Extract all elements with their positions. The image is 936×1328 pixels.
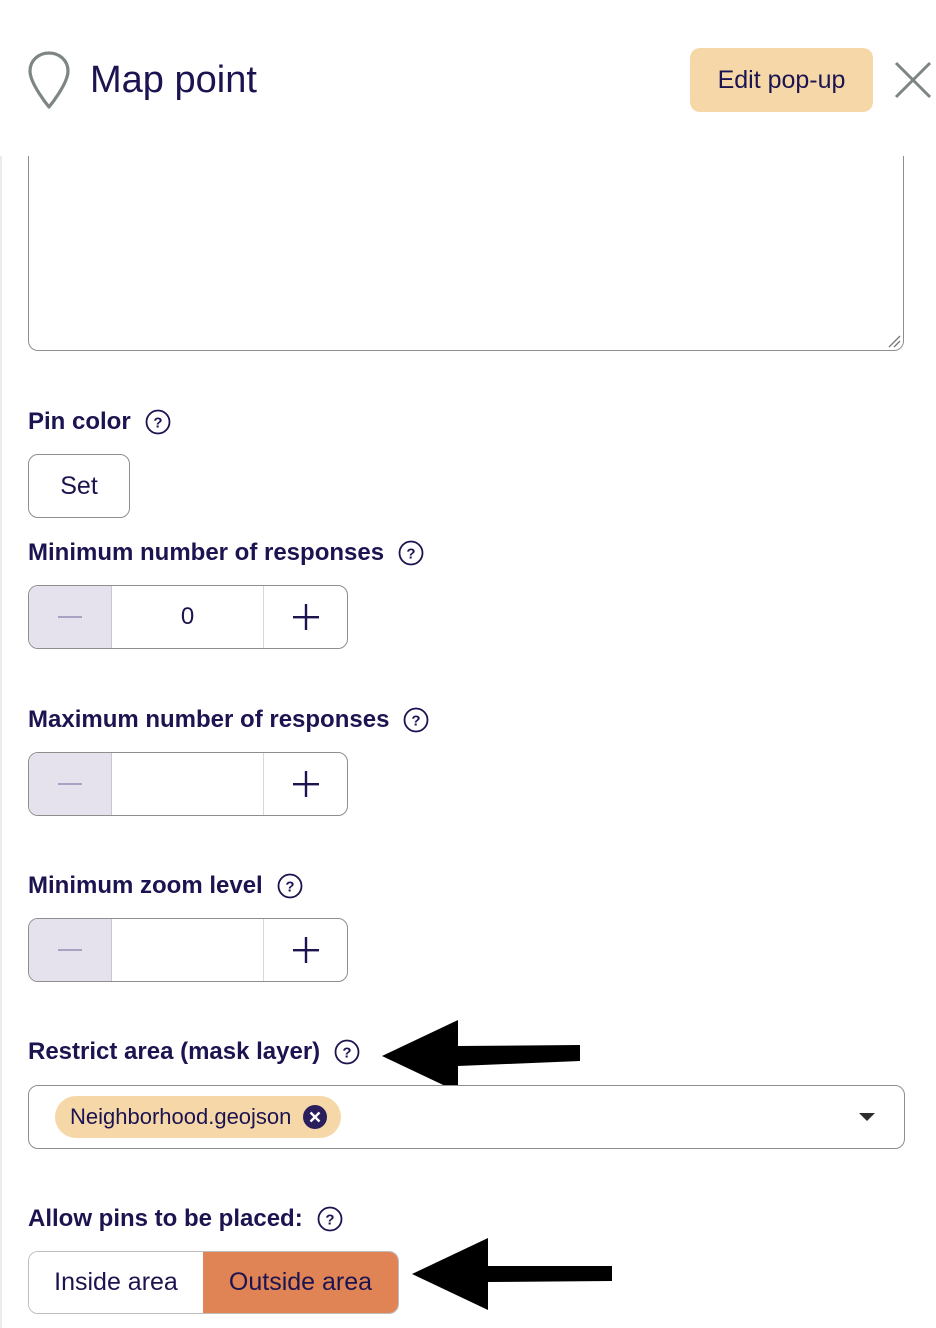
- description-textarea[interactable]: [28, 154, 904, 351]
- min-zoom-label: Minimum zoom level ?: [28, 872, 303, 900]
- remove-circle-icon[interactable]: [303, 1105, 328, 1129]
- help-circle-icon[interactable]: ?: [145, 409, 171, 435]
- resize-grip-icon[interactable]: [887, 334, 901, 348]
- pin-placement-toggle: Inside area Outside area: [28, 1251, 399, 1314]
- help-circle-icon[interactable]: ?: [398, 540, 424, 566]
- pin-color-label: Pin color ?: [28, 408, 171, 436]
- max-responses-label: Maximum number of responses ?: [28, 706, 429, 734]
- min-responses-stepper: 0: [28, 585, 348, 649]
- help-circle-icon[interactable]: ?: [317, 1206, 343, 1232]
- allow-pins-label: Allow pins to be placed: ?: [28, 1205, 343, 1233]
- plus-icon: [292, 771, 319, 797]
- min-zoom-label-text: Minimum zoom level: [28, 872, 263, 899]
- min-zoom-increment-button[interactable]: [264, 919, 347, 981]
- max-responses-input[interactable]: [112, 753, 264, 815]
- minus-icon: [58, 783, 82, 785]
- help-circle-icon[interactable]: ?: [334, 1039, 360, 1065]
- max-responses-decrement-button[interactable]: [29, 753, 112, 815]
- min-responses-input[interactable]: 0: [112, 586, 264, 648]
- min-zoom-decrement-button[interactable]: [29, 919, 112, 981]
- svg-text:?: ?: [406, 546, 415, 563]
- mask-layer-select[interactable]: Neighborhood.geojson: [28, 1085, 905, 1149]
- max-responses-stepper: [28, 752, 348, 816]
- pin-color-label-text: Pin color: [28, 408, 131, 435]
- svg-text:?: ?: [325, 1212, 334, 1229]
- edit-popup-button[interactable]: Edit pop-up: [690, 48, 873, 112]
- min-responses-increment-button[interactable]: [264, 586, 347, 648]
- max-responses-label-text: Maximum number of responses: [28, 706, 390, 733]
- minus-icon: [58, 949, 82, 951]
- plus-icon: [292, 604, 319, 630]
- panel-header: Map point Edit pop-up: [0, 0, 936, 156]
- svg-text:?: ?: [153, 415, 162, 432]
- close-icon[interactable]: [893, 60, 933, 100]
- set-pin-color-button[interactable]: Set: [28, 454, 130, 518]
- restrict-area-label-text: Restrict area (mask layer): [28, 1038, 321, 1065]
- selected-layer-chip: Neighborhood.geojson: [55, 1096, 342, 1138]
- chip-label: Neighborhood.geojson: [70, 1104, 292, 1129]
- arrow-left-icon: [412, 1238, 612, 1310]
- inside-area-option[interactable]: Inside area: [29, 1252, 203, 1313]
- outside-area-option[interactable]: Outside area: [203, 1252, 398, 1313]
- min-zoom-input[interactable]: [112, 919, 264, 981]
- svg-text:?: ?: [285, 879, 294, 896]
- min-zoom-stepper: [28, 918, 348, 982]
- panel-left-edge: [0, 0, 2, 1328]
- min-responses-label: Minimum number of responses ?: [28, 539, 424, 567]
- min-responses-label-text: Minimum number of responses: [28, 539, 385, 566]
- help-circle-icon[interactable]: ?: [277, 873, 303, 899]
- svg-text:?: ?: [412, 713, 421, 730]
- arrow-left-icon: [382, 1020, 580, 1092]
- caret-down-icon[interactable]: [858, 1111, 876, 1123]
- restrict-area-label: Restrict area (mask layer) ?: [28, 1038, 360, 1066]
- page-title: Map point: [90, 59, 257, 101]
- svg-text:?: ?: [343, 1045, 352, 1062]
- max-responses-increment-button[interactable]: [264, 753, 347, 815]
- allow-pins-label-text: Allow pins to be placed:: [28, 1205, 303, 1232]
- plus-icon: [292, 937, 319, 963]
- minus-icon: [58, 616, 82, 618]
- help-circle-icon[interactable]: ?: [403, 707, 429, 733]
- min-responses-decrement-button[interactable]: [29, 586, 112, 648]
- map-pin-icon: [28, 51, 70, 109]
